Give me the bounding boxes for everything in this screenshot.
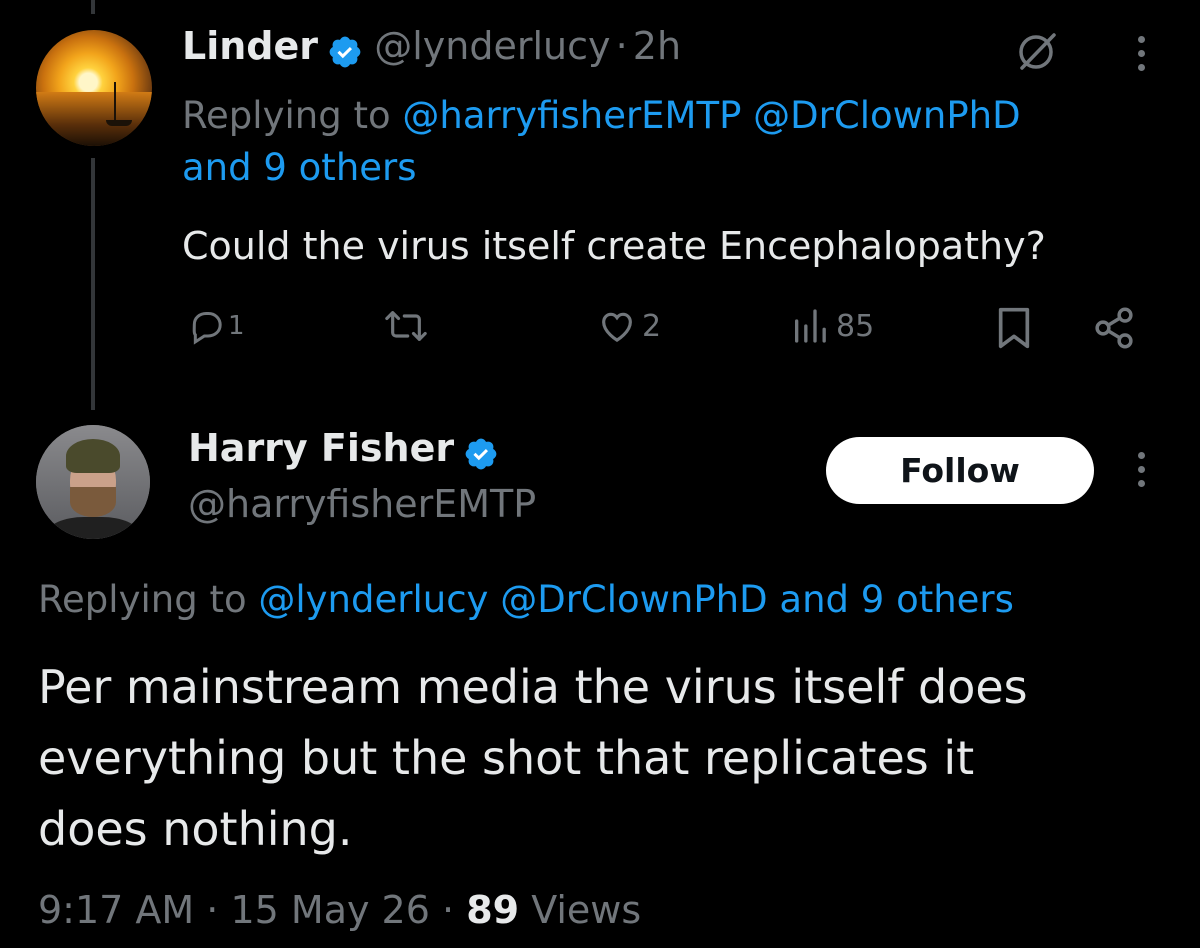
tweet2-views-label: Views bbox=[531, 888, 642, 932]
tweet2-reply-prefix: Replying to bbox=[38, 578, 247, 621]
tweet2-text-line-1: Per mainstream media the virus itself do… bbox=[38, 660, 1028, 714]
tweet1-separator: · bbox=[615, 24, 628, 68]
like-count: 2 bbox=[642, 308, 662, 344]
tweet1-handle[interactable]: @lynderlucy bbox=[374, 24, 610, 68]
avatar-shirt bbox=[48, 517, 138, 539]
tweet2-mention-lynderlucy[interactable]: @lynderlucy bbox=[258, 578, 488, 621]
verified-badge-icon bbox=[465, 438, 497, 469]
avatar-harry-fisher[interactable] bbox=[36, 425, 150, 539]
tweet1-author-name[interactable]: Linder bbox=[182, 24, 318, 68]
tweet1-reply-prefix: Replying to bbox=[182, 94, 391, 137]
reply-button[interactable]: 1 bbox=[186, 306, 245, 346]
tweet2-mention-drclown[interactable]: @DrClownPhD bbox=[500, 578, 767, 621]
tweet1-mention-drclown[interactable]: @DrClownPhD bbox=[753, 94, 1020, 137]
tweet2-author-name[interactable]: Harry Fisher bbox=[188, 426, 454, 470]
share-button[interactable] bbox=[1092, 306, 1136, 350]
tweet2-replying-to: Replying to @lynderlucy @DrClownPhD and … bbox=[38, 574, 1014, 626]
grok-icon[interactable] bbox=[1016, 30, 1058, 72]
tweet1-text: Could the virus itself create Encephalop… bbox=[182, 224, 1046, 268]
tweet1-others-link[interactable]: and 9 others bbox=[182, 146, 417, 189]
tweet2-time[interactable]: 9:17 AM bbox=[38, 888, 194, 932]
follow-button[interactable]: Follow bbox=[826, 437, 1094, 504]
bookmark-button[interactable] bbox=[994, 306, 1034, 350]
tweet1-header: Linder @lynderlucy · 2h bbox=[182, 24, 681, 76]
tweet1-more-dots-icon[interactable] bbox=[1136, 36, 1146, 71]
like-button[interactable]: 2 bbox=[596, 306, 661, 346]
tweet2-text-line-2: everything but the shot that replicates … bbox=[38, 731, 975, 785]
tweet2-view-count: 89 bbox=[466, 888, 520, 932]
retweet-icon bbox=[385, 311, 427, 341]
tweet2-separator-2: · bbox=[442, 888, 455, 932]
tweet2-text: Per mainstream media the virus itself do… bbox=[38, 652, 1028, 865]
tweet2-author-row: Harry Fisher bbox=[188, 426, 499, 478]
tweet2-handle[interactable]: @harryfisherEMTP bbox=[188, 482, 536, 526]
thread-line-top bbox=[91, 0, 95, 14]
avatar-beanie bbox=[66, 439, 120, 473]
view-count: 85 bbox=[836, 308, 875, 344]
heart-icon bbox=[602, 312, 632, 343]
avatar-boat-mast bbox=[114, 82, 116, 122]
tweet2-more-dots-icon[interactable] bbox=[1136, 452, 1146, 487]
tweet2-meta-footer: 9:17 AM · 15 May 26 · 89 Views bbox=[38, 888, 641, 932]
tweet1-replying-to: Replying to @harryfisherEMTP @DrClownPhD… bbox=[182, 90, 1172, 194]
share-icon bbox=[1095, 307, 1133, 349]
reply-icon bbox=[192, 312, 222, 345]
views-chart-icon bbox=[795, 309, 826, 343]
bookmark-icon bbox=[998, 307, 1030, 349]
tweet2-text-line-3: does nothing. bbox=[38, 802, 353, 856]
views-button[interactable]: 85 bbox=[790, 306, 874, 346]
tweet2-separator-1: · bbox=[206, 888, 219, 932]
avatar-boat-hull bbox=[106, 120, 132, 126]
retweet-button[interactable] bbox=[384, 306, 428, 346]
tweet1-time[interactable]: 2h bbox=[633, 24, 681, 68]
thread-line bbox=[91, 158, 95, 410]
verified-badge-icon bbox=[329, 36, 361, 67]
tweet2-date[interactable]: 15 May 26 bbox=[230, 888, 429, 932]
avatar-beard bbox=[70, 487, 116, 517]
avatar-linder[interactable] bbox=[36, 30, 152, 146]
avatar-sunset-sea bbox=[36, 92, 152, 146]
reply-count: 1 bbox=[228, 311, 245, 341]
tweet1-mention-harryfisher[interactable]: @harryfisherEMTP bbox=[402, 94, 741, 137]
tweet2-others-link[interactable]: and 9 others bbox=[779, 578, 1014, 621]
